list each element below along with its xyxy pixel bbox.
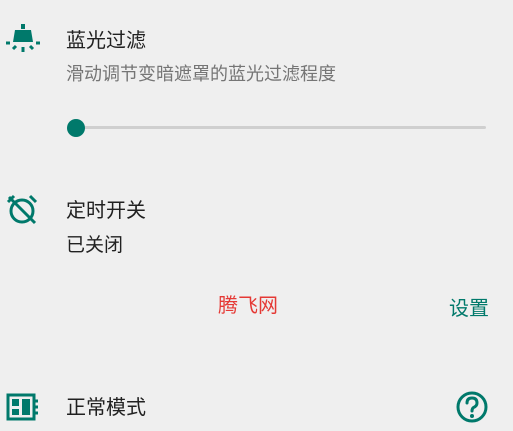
timer-settings-button[interactable]: 设置 bbox=[449, 294, 489, 322]
blue-light-filter-description: 滑动调节变暗遮罩的蓝光过滤程度 bbox=[66, 64, 336, 85]
dashboard-icon bbox=[6, 393, 38, 421]
slider-track bbox=[76, 126, 486, 129]
alarm-off-icon bbox=[6, 194, 38, 225]
watermark-text: 腾飞网 bbox=[218, 293, 278, 317]
help-circle-icon[interactable] bbox=[454, 389, 490, 425]
mode-title: 正常模式 bbox=[66, 395, 146, 419]
timer-title: 定时开关 bbox=[66, 198, 146, 222]
blue-light-filter-title: 蓝光过滤 bbox=[66, 28, 146, 52]
timer-status: 已关闭 bbox=[66, 234, 124, 256]
blue-light-filter-slider[interactable] bbox=[67, 117, 486, 139]
lamp-icon bbox=[6, 24, 40, 52]
slider-thumb[interactable] bbox=[67, 119, 85, 137]
